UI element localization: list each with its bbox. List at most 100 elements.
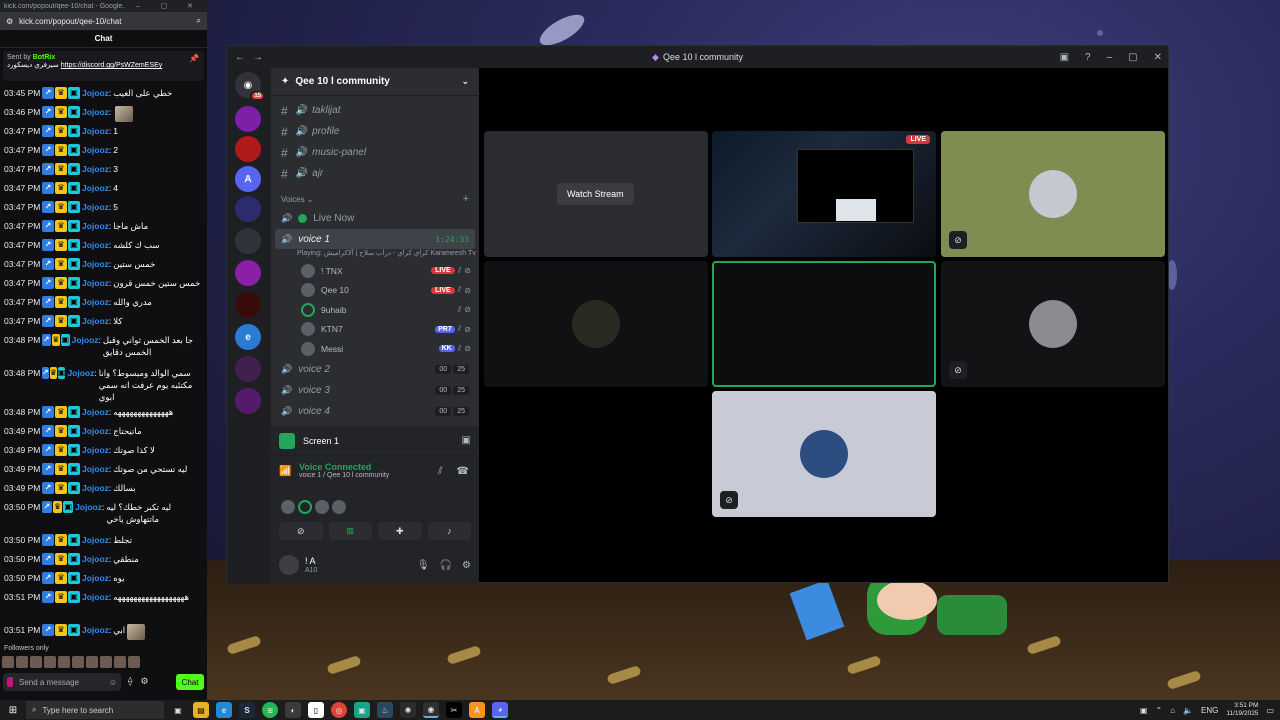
avatar[interactable]: [2, 656, 14, 668]
message-username[interactable]: Jojooz: [82, 201, 109, 213]
avatar[interactable]: [30, 656, 42, 668]
maximize-icon[interactable]: ▢: [151, 2, 177, 10]
user-tile[interactable]: [484, 261, 708, 387]
pinned-message[interactable]: Sent by BotRix سيرفري ديسكورد https://di…: [3, 51, 204, 81]
chat-message[interactable]: 03:47 PM ↗ ♛ ▣ Jojooz:1: [4, 122, 203, 141]
message-username[interactable]: Jojooz: [82, 572, 109, 584]
help-icon[interactable]: ?: [1085, 52, 1091, 63]
avatar[interactable]: [315, 500, 329, 514]
chat-message[interactable]: 03:51 PM ↗ ♛ ▣ Jojooz: ابي: [4, 621, 203, 640]
nav-arrows[interactable]: ←→: [235, 52, 271, 63]
chat-message[interactable]: 03:50 PM ↗ ♛ ▣ Jojooz: يوه: [4, 569, 203, 588]
live-badge[interactable]: LIVE: [431, 267, 455, 275]
chat-input-placeholder[interactable]: Send a message: [19, 678, 109, 687]
chat-message[interactable]: 03:49 PM ↗ ♛ ▣ Jojooz: ماتيحتاج: [4, 422, 203, 441]
message-username[interactable]: Jojooz: [82, 277, 109, 289]
server-icon[interactable]: [235, 196, 261, 222]
edge-icon[interactable]: e: [216, 702, 232, 718]
chat-message[interactable]: 03:49 PM ↗ ♛ ▣ Jojooz: ليه تستحي من صوتك: [4, 460, 203, 479]
camera-button[interactable]: ⊘: [279, 522, 323, 540]
avatar[interactable]: [72, 656, 84, 668]
app-icon[interactable]: ◐: [285, 702, 301, 718]
voice-channel[interactable]: 🔊 voice 2 00 25: [271, 359, 479, 380]
stop-stream-icon[interactable]: ▣: [462, 435, 471, 446]
chat-message[interactable]: 03:47 PM ↗ ♛ ▣ Jojooz:5: [4, 198, 203, 217]
notepad-icon[interactable]: ▯: [308, 702, 324, 718]
message-username[interactable]: Jojooz: [82, 624, 109, 636]
steam-icon[interactable]: S: [239, 702, 255, 718]
avatar[interactable]: [16, 656, 28, 668]
message-username[interactable]: Jojooz: [82, 463, 109, 475]
user-tile[interactable]: ⊘: [941, 261, 1165, 387]
text-channel[interactable]: # 🔊 ajr: [271, 163, 479, 184]
close-icon[interactable]: ✕: [177, 2, 203, 10]
message-username[interactable]: Jojooz: [82, 239, 109, 251]
activities-button[interactable]: ✚: [378, 522, 422, 540]
voice-user[interactable]: 9uhaib ⫽ ⊘: [271, 300, 479, 320]
spotify-icon[interactable]: ≋: [262, 702, 278, 718]
discord-icon[interactable]: ◕: [492, 702, 508, 718]
headphones-icon[interactable]: 🎧: [440, 560, 452, 571]
message-username[interactable]: Jojooz: [82, 220, 109, 232]
message-username[interactable]: Jojooz: [82, 315, 109, 327]
volume-icon[interactable]: 🔈: [1183, 706, 1193, 715]
avatar[interactable]: [86, 656, 98, 668]
search-placeholder[interactable]: Type here to search: [42, 706, 113, 715]
microphone-icon[interactable]: 🎙: [417, 560, 430, 571]
chevron-up-icon[interactable]: ⌃: [1156, 706, 1163, 715]
discord-link[interactable]: https://discord.gg/PsWZemESEy: [61, 62, 163, 69]
avatar[interactable]: [100, 656, 112, 668]
add-channel-icon[interactable]: +: [463, 193, 469, 205]
text-channel[interactable]: # 🔊 taklijat: [271, 100, 479, 121]
voice-channel[interactable]: 🔊 voice 3 00 25: [271, 380, 479, 401]
message-username[interactable]: Jojooz: [82, 482, 109, 494]
server-icon[interactable]: [235, 228, 261, 254]
server-icon[interactable]: [235, 292, 261, 318]
steam-icon[interactable]: ♨: [377, 702, 393, 718]
chrome-icon[interactable]: ◎: [331, 702, 347, 718]
chat-message[interactable]: 03:50 PM ↗ ♛ ▣ Jojooz: منطقي: [4, 550, 203, 569]
live-now-channel[interactable]: 🔊 Live Now: [271, 208, 479, 229]
search-icon[interactable]: ⌕: [197, 16, 201, 26]
chat-message[interactable]: 03:48 PM ↗ ♛ ▣ Jojooz: سمي الوالد ومبسوط؟ وان…: [4, 364, 203, 403]
user-tile-speaking[interactable]: [712, 261, 936, 387]
user-tile[interactable]: ⊘: [941, 131, 1165, 257]
chat-message[interactable]: 03:47 PM ↗ ♛ ▣ Jojooz: ماش ماجا: [4, 217, 203, 236]
settings-icon[interactable]: ⚙: [140, 676, 148, 687]
inbox-icon[interactable]: ▣: [1060, 52, 1069, 63]
avatar[interactable]: [332, 500, 346, 514]
voice-channel-voice1[interactable]: 🔊 voice 1 1:24:33: [275, 229, 475, 249]
chat-message[interactable]: 03:47 PM ↗ ♛ ▣ Jojooz: مدري والله: [4, 293, 203, 312]
message-username[interactable]: Jojooz: [82, 258, 109, 270]
badge-icon[interactable]: ⟠: [128, 676, 132, 687]
chat-message[interactable]: 03:50 PM ↗ ♛ ▣ Jojooz: ليه تكبر خطك؟ ليه ماتت…: [4, 498, 203, 531]
close-icon[interactable]: ✕: [1154, 52, 1162, 63]
message-username[interactable]: Jojooz: [82, 444, 109, 456]
chat-message[interactable]: 03:47 PM ↗ ♛ ▣ Jojooz: خمس ستين خمس قرون: [4, 274, 203, 293]
message-username[interactable]: Jojooz: [82, 534, 109, 546]
chevron-down-icon[interactable]: ⌄: [461, 76, 469, 87]
chat-message[interactable]: 03:50 PM ↗ ♛ ▣ Jojooz: تجلط: [4, 531, 203, 550]
pin-icon[interactable]: 📌: [189, 54, 199, 63]
chatgpt-icon[interactable]: ✺: [400, 702, 416, 718]
guild-header[interactable]: ✦ Qee 10 l community ⌄: [271, 68, 479, 96]
live-badge[interactable]: LIVE: [431, 286, 455, 294]
voice-user[interactable]: ! TNX LIVE ⫽ ⊘: [271, 261, 479, 281]
message-username[interactable]: Jojooz: [67, 367, 94, 379]
voice-user[interactable]: Qee 10 LIVE ⫽ ⊘: [271, 281, 479, 301]
url-text[interactable]: kick.com/popout/qee-10/chat: [19, 17, 196, 26]
chat-input[interactable]: Send a message ☺: [3, 673, 121, 691]
emoji-icon[interactable]: ☺: [109, 678, 117, 687]
message-username[interactable]: Jojooz: [75, 501, 102, 513]
chat-message[interactable]: 03:47 PM ↗ ♛ ▣ Jojooz:2: [4, 141, 203, 160]
obs-icon[interactable]: ◉: [423, 702, 439, 718]
server-icon[interactable]: [235, 136, 261, 162]
voice-user[interactable]: KTN7 PR7 ⫽ ⊘: [271, 320, 479, 340]
chat-message[interactable]: 03:45 PM ↗ ♛ ▣ Jojooz: خطي على الغيب: [4, 84, 203, 103]
chat-message[interactable]: 03:47 PM ↗ ♛ ▣ Jojooz: سب ك كلشه: [4, 236, 203, 255]
chat-message[interactable]: 03:46 PM ↗ ♛ ▣ Jojooz:: [4, 103, 203, 122]
chat-message[interactable]: 03:47 PM ↗ ♛ ▣ Jojooz:4: [4, 179, 203, 198]
share-screen-button[interactable]: ⊠: [328, 522, 372, 540]
chat-message[interactable]: 03:51 PM ↗ ♛ ▣ Jojooz: ههههههههههههههههههه: [4, 588, 203, 621]
message-username[interactable]: Jojooz: [82, 591, 109, 603]
